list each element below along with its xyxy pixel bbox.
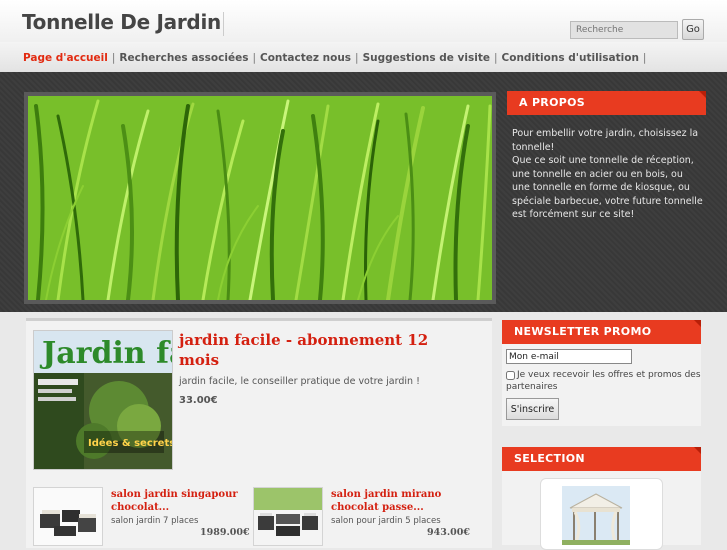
selection-gazebo-image[interactable] bbox=[562, 486, 630, 545]
featured-title[interactable]: jardin facile - abonnement 12 mois bbox=[179, 330, 459, 370]
subscribe-button[interactable]: S'inscrire bbox=[506, 398, 559, 420]
product-subtitle: salon pour jardin 5 places bbox=[331, 516, 441, 526]
about-line: Pour embellir votre jardin, choisissez l… bbox=[512, 128, 699, 139]
product-title[interactable]: salon jardin singapour chocolat... bbox=[111, 488, 238, 514]
featured-magazine-cover[interactable]: Jardin facile Idées & secrets bbox=[33, 330, 173, 470]
about-line: une tonnelle en forme de kiosque, ou bbox=[512, 182, 690, 193]
product-price: 943.00€ bbox=[427, 527, 470, 538]
newsletter-optin-checkbox[interactable] bbox=[506, 371, 515, 380]
product-title-line: chocolat... bbox=[111, 502, 170, 513]
about-line: une tonnelle en acier ou en bois, ou bbox=[512, 168, 683, 180]
about-line: est forcément sur ce site! bbox=[512, 209, 635, 220]
about-heading: A PROPOS bbox=[507, 91, 706, 115]
newsletter-optin-label: Je veux recevoir les offres et promos de… bbox=[506, 370, 701, 392]
nav-separator: | bbox=[355, 52, 359, 64]
nav-item-suggestions[interactable]: Suggestions de visite bbox=[363, 52, 490, 64]
product-image[interactable] bbox=[33, 487, 103, 546]
selection-heading: SELECTION bbox=[502, 447, 701, 471]
product-title[interactable]: salon jardin mirano chocolat passe... bbox=[331, 488, 441, 514]
search-input[interactable] bbox=[570, 21, 678, 39]
nav-separator: | bbox=[252, 52, 256, 64]
product-title-line: chocolat passe... bbox=[331, 502, 424, 513]
product-title-line: salon jardin mirano bbox=[331, 489, 442, 500]
newsletter-heading-label: NEWSLETTER PROMO bbox=[514, 325, 652, 338]
nav-separator: | bbox=[493, 52, 498, 64]
featured-description: jardin facile, le conseiller pratique de… bbox=[179, 376, 420, 387]
about-line: spéciale barbecue, votre future tonnelle bbox=[512, 195, 703, 207]
product-image[interactable] bbox=[253, 487, 323, 546]
site-header: Tonnelle De Jardin Go bbox=[0, 0, 727, 42]
nav-item-related-searches[interactable]: Recherches associées bbox=[119, 52, 248, 64]
nav-item-terms[interactable]: Conditions d'utilisation bbox=[502, 52, 639, 64]
main-nav: Page d'accueil | Recherches associées | Cont… bbox=[0, 42, 727, 73]
product-price: 1989.00€ bbox=[200, 527, 250, 538]
featured-price: 33.00€ bbox=[179, 395, 218, 406]
cover-masthead: Jardin facile bbox=[39, 336, 172, 371]
cover-caption: Idées & secrets bbox=[88, 437, 172, 449]
about-heading-label: A PROPOS bbox=[519, 96, 585, 109]
about-line: tonnelle! bbox=[512, 141, 555, 153]
product-title-line: salon jardin singapour bbox=[111, 489, 238, 500]
nav-separator: | bbox=[642, 52, 647, 64]
newsletter-email-input[interactable] bbox=[506, 349, 632, 364]
nav-item-contact[interactable]: Contactez nous bbox=[260, 52, 351, 64]
hero-grass-image bbox=[28, 96, 492, 300]
about-line: Que ce soit une tonnelle de réception, bbox=[512, 155, 694, 166]
about-text: Pour embellir votre jardin, choisissez l… bbox=[512, 127, 712, 222]
selection-heading-label: SELECTION bbox=[514, 452, 585, 465]
nav-separator: | bbox=[111, 52, 116, 64]
search-button[interactable]: Go bbox=[682, 19, 704, 40]
product-subtitle: salon jardin 7 places bbox=[111, 516, 199, 526]
title-divider bbox=[223, 12, 224, 36]
newsletter-heading: NEWSLETTER PROMO bbox=[502, 320, 701, 344]
site-title[interactable]: Tonnelle De Jardin bbox=[22, 10, 221, 34]
nav-item-home[interactable]: Page d'accueil bbox=[23, 52, 108, 64]
